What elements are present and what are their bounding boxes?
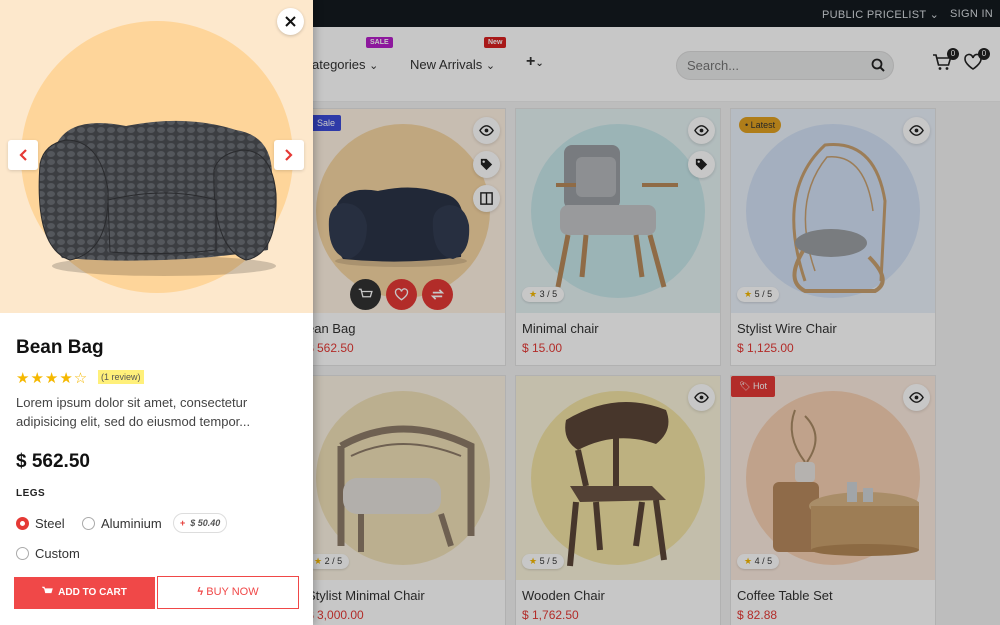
chevron-right-icon (285, 149, 293, 161)
quick-view-panel: Bean Bag ★★★★☆ (1 review) Lorem ipsum do… (0, 0, 313, 625)
bolt-icon: ϟ (197, 586, 204, 598)
buy-now-button[interactable]: ϟ BUY NOW (157, 576, 299, 609)
product-title: Bean Bag (16, 337, 104, 358)
cart-icon (41, 586, 53, 594)
variant-title: LEGS (16, 488, 46, 499)
chevron-left-icon (19, 149, 27, 161)
gallery-prev-button[interactable] (8, 140, 38, 170)
add-to-cart-button[interactable]: ADD TO CART (14, 577, 155, 609)
radio-button[interactable] (16, 517, 29, 530)
product-price: $ 562.50 (16, 451, 90, 472)
gallery-next-button[interactable] (274, 140, 304, 170)
page: PUBLIC PRICELIST ⌄ SIGN IN ategories ⌄ S… (0, 0, 1000, 625)
product-description: Lorem ipsum dolor sit amet, consectetur … (16, 395, 251, 429)
close-icon (285, 16, 296, 27)
star-rating: ★★★★☆ (16, 370, 89, 387)
close-button[interactable] (277, 8, 304, 35)
extra-price-badge: + $ 50.40 (173, 513, 228, 533)
radio-button[interactable] (82, 517, 95, 530)
product-gallery (0, 0, 313, 313)
review-count-link[interactable]: (1 review) (98, 370, 144, 384)
radio-button[interactable] (16, 547, 29, 560)
bean-bag-main-image (38, 120, 277, 276)
